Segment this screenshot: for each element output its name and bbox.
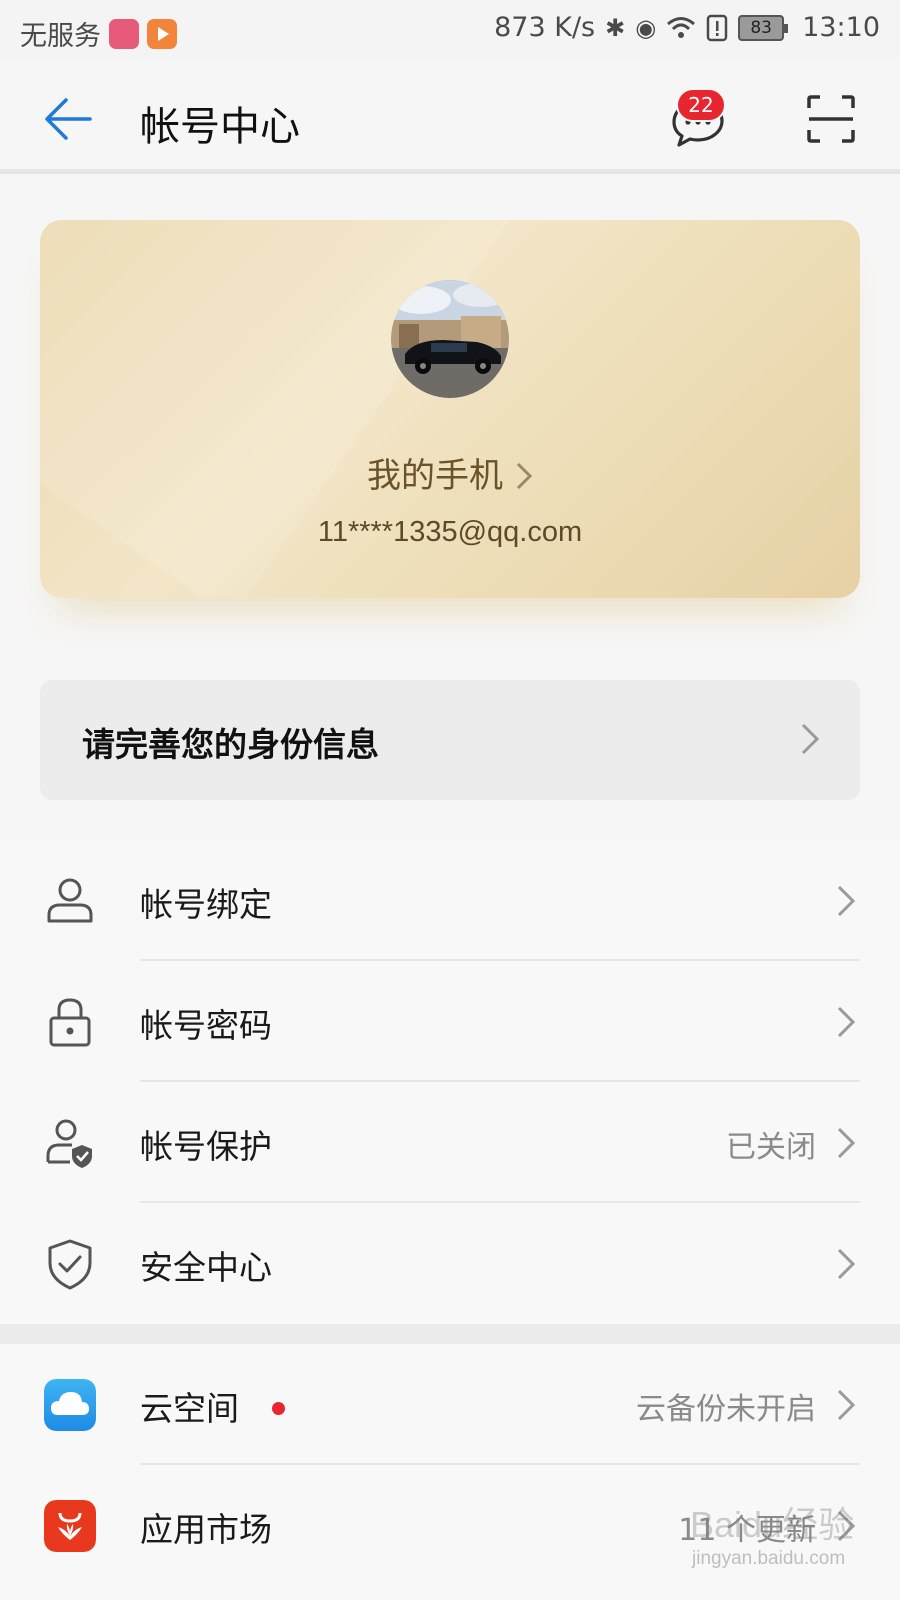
profile-email: 11****1335@qq.com: [317, 516, 583, 548]
video-app-icon: [147, 18, 177, 49]
page-title: 帐号中心: [140, 104, 300, 150]
watermark-logo: Baidu经验: [690, 1504, 855, 1545]
back-arrow-icon[interactable]: [42, 92, 96, 146]
status-left: 无服务: [20, 14, 177, 53]
sim-alert-icon: [706, 14, 728, 41]
list-item-security-center[interactable]: 安全中心: [0, 1203, 900, 1324]
wifi-icon: [667, 16, 696, 38]
list-item-label: 应用市场: [140, 1510, 272, 1549]
chevron-right-icon: [836, 1388, 856, 1422]
eye-comfort-icon: ◉: [635, 13, 657, 42]
list-item-label: 云空间: [140, 1389, 239, 1428]
shield-check-icon: [48, 1239, 92, 1290]
network-speed: 873 K/s: [494, 12, 596, 43]
cloud-icon: [44, 1379, 96, 1431]
shopping-app-icon: [109, 18, 139, 49]
status-right: 873 K/s ✱ ◉ 83 13:10: [494, 12, 880, 43]
profile-name-text: 我的手机: [367, 456, 503, 496]
watermark-url: jingyan.baidu.com: [692, 1548, 846, 1569]
chevron-right-icon: [836, 1005, 856, 1039]
chevron-right-icon: [836, 1247, 856, 1281]
chevron-right-icon: [515, 456, 533, 496]
profile-card[interactable]: 我的手机 11****1335@qq.com: [40, 220, 860, 598]
avatar[interactable]: [391, 280, 509, 398]
list-item-label: 安全中心: [140, 1248, 272, 1287]
app-header: 帐号中心 22: [0, 62, 900, 174]
list-item-account-protection[interactable]: 帐号保护 已关闭: [0, 1082, 900, 1203]
chevron-right-icon: [800, 722, 820, 756]
person-shield-icon: [46, 1119, 92, 1168]
list-item-account-binding[interactable]: 帐号绑定: [0, 840, 900, 961]
identity-banner-label: 请完善您的身份信息: [82, 725, 379, 764]
list-item-label: 帐号绑定: [140, 885, 272, 924]
person-icon: [47, 878, 93, 923]
identity-banner[interactable]: 请完善您的身份信息: [40, 680, 860, 800]
carrier-text: 无服务: [20, 21, 101, 52]
scan-icon[interactable]: [806, 94, 856, 144]
battery-indicator: 83: [738, 14, 789, 41]
profile-name[interactable]: 我的手机: [40, 448, 860, 497]
protection-status: 已关闭: [726, 1130, 816, 1165]
section-divider: [0, 1324, 900, 1344]
bluetooth-icon: ✱: [605, 13, 626, 42]
cloud-status: 云备份未开启: [636, 1392, 816, 1427]
notification-dot: [272, 1402, 285, 1415]
list-item-label: 帐号密码: [140, 1006, 272, 1045]
list-item-label: 帐号保护: [140, 1127, 272, 1166]
chevron-right-icon: [836, 1126, 856, 1160]
message-badge: 22: [676, 88, 726, 122]
lock-icon: [49, 998, 91, 1047]
chevron-right-icon: [836, 884, 856, 918]
app-market-icon: [44, 1500, 96, 1552]
list-item-cloud[interactable]: 云空间 云备份未开启: [0, 1344, 900, 1465]
clock: 13:10: [802, 12, 880, 43]
list-item-account-password[interactable]: 帐号密码: [0, 961, 900, 1082]
account-settings-list: 帐号绑定 帐号密码 帐号保护 已关闭 安全中心: [0, 840, 900, 1324]
status-bar: 无服务 873 K/s ✱ ◉ 83 13:10: [0, 0, 900, 62]
